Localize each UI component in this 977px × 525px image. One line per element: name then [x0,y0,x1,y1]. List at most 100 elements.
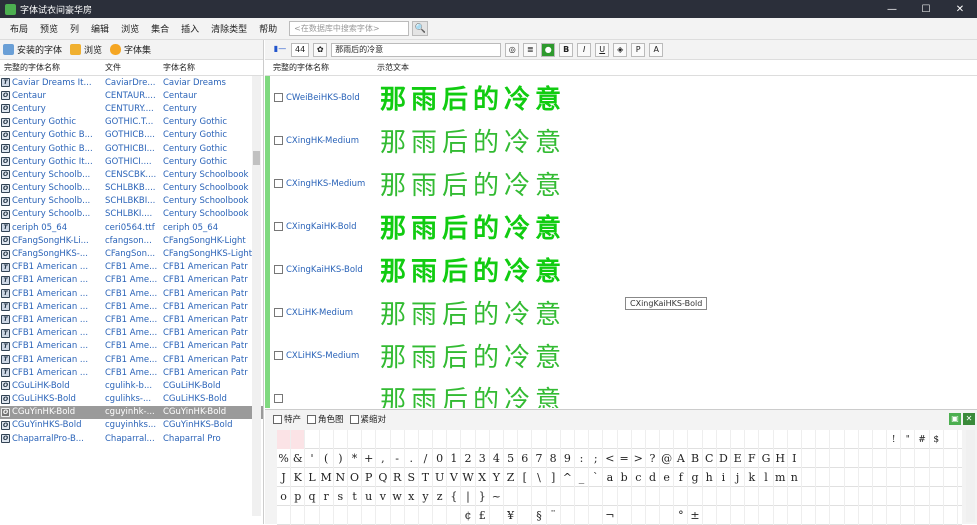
charmap-cell[interactable]: U [433,468,448,487]
charmap-cell[interactable] [830,449,845,468]
charmap-cell[interactable] [731,430,746,449]
charmap-cell[interactable]: * [348,449,363,468]
charmap-cell[interactable] [901,449,916,468]
charmap-cell[interactable]: B [688,449,703,468]
charmap-cell[interactable] [830,430,845,449]
charmap-cell[interactable] [447,506,462,525]
charmap-cell[interactable] [745,430,760,449]
charmap-cell[interactable]: l [759,468,774,487]
charmap-cell[interactable] [802,506,817,525]
col-preview-name[interactable]: 完整的字体名称 [265,62,377,73]
charmap-cell[interactable]: ; [589,449,604,468]
tab-charmap[interactable]: 角色图 [307,413,344,425]
menu-collection[interactable]: 集合 [145,22,175,35]
charmap-cell[interactable]: q [305,487,320,506]
col-full-name[interactable]: 完整的字体名称 [0,62,101,73]
charmap-cell[interactable]: X [476,468,490,487]
charmap-cell[interactable]: D [717,449,731,468]
charmap-cell[interactable] [419,506,434,525]
charmap-cell[interactable] [603,430,618,449]
charmap-cell[interactable] [859,468,873,487]
preview-checkbox[interactable] [274,351,283,360]
font-row[interactable]: O Centaur CENTAUR.... Centaur [0,89,263,102]
charmap-cell[interactable] [830,468,845,487]
charmap-cell[interactable]: V [447,468,462,487]
charmap-cell[interactable] [759,430,774,449]
charmap-cell[interactable]: ] [547,468,561,487]
charmap-cell[interactable]: b [618,468,632,487]
charmap-cell[interactable] [802,449,817,468]
charmap-cell[interactable] [944,487,958,506]
charmap-cell[interactable] [887,506,902,525]
charmap-cell[interactable]: s [334,487,348,506]
charmap-cell[interactable]: P [362,468,377,487]
charmap-cell[interactable] [845,430,859,449]
charmap-cell[interactable] [859,506,873,525]
charmap-cell[interactable] [376,430,391,449]
italic-button[interactable]: I [577,42,592,57]
charmap-cell[interactable]: 6 [518,449,533,468]
charmap-cell[interactable] [632,506,646,525]
charmap-cell[interactable] [688,430,703,449]
charmap-cell[interactable] [334,430,348,449]
charmap-cell[interactable]: d [646,468,661,487]
charmap-cell[interactable]: ¢ [461,506,476,525]
charmap-cell[interactable]: ! [887,430,902,449]
charmap-cell[interactable] [774,430,788,449]
charmap-cell[interactable]: & [291,449,306,468]
charmap-cell[interactable] [405,430,419,449]
charmap-cell[interactable] [802,487,817,506]
charmap-cell[interactable] [532,430,547,449]
preview-row[interactable]: 那雨后的冷意 [265,377,977,408]
charmap-cell[interactable]: t [348,487,363,506]
charmap-cell[interactable] [745,487,760,506]
charmap-cell[interactable] [759,506,774,525]
charmap-cell[interactable]: p [291,487,306,506]
charmap-cell[interactable]: J [277,468,292,487]
charmap-cell[interactable] [859,487,873,506]
charmap-cell[interactable]: < [603,449,618,468]
preview-checkbox[interactable] [274,308,283,317]
charmap-cell[interactable] [901,468,916,487]
charmap-cell[interactable] [433,430,448,449]
tab-properties[interactable]: 特产 [273,413,301,425]
col-file[interactable]: 文件 [101,62,159,73]
menu-preview[interactable]: 预览 [34,22,64,35]
font-row[interactable]: O Century Schoolb... CENSCBK.... Century Sc… [0,168,263,181]
charmap-cell[interactable]: v [376,487,391,506]
charmap-cell[interactable] [476,430,490,449]
font-row[interactable]: O Century Schoolb... SCHLBKBI... Century Sc… [0,195,263,208]
charmap-cell[interactable]: 2 [461,449,476,468]
charmap-cell[interactable] [575,430,590,449]
charmap-cell[interactable] [873,468,888,487]
font-row[interactable]: T CFB1 American ... CFB1 Ame... CFB1 Americ… [0,353,263,366]
search-input[interactable]: <在数据库中搜索字体> [289,21,410,36]
charmap-cell[interactable] [320,430,334,449]
charmap-cell[interactable] [618,487,632,506]
charmap-cell[interactable] [816,430,831,449]
charmap-cell[interactable]: S [405,468,419,487]
bold-button[interactable]: B [559,42,574,57]
charmap-cell[interactable] [320,506,334,525]
charmap-cell[interactable]: ¥ [504,506,519,525]
charmap-cell[interactable] [334,506,348,525]
charmap-cell[interactable] [788,487,802,506]
charmap-cell[interactable]: + [362,449,377,468]
font-row[interactable]: Tceriph 05_64 ceri0564.ttf ceriph 05_64 [0,221,263,234]
charmap-cell[interactable] [547,430,561,449]
charmap-cell[interactable] [845,487,859,506]
font-row[interactable]: T CFB1 American ... CFB1 Ame... CFB1 Americ… [0,327,263,340]
charmap-cell[interactable] [887,468,902,487]
charmap-cell[interactable]: # [915,430,930,449]
charmap-cell[interactable] [490,430,504,449]
charmap-cell[interactable] [930,468,944,487]
text-style-icon[interactable]: A [649,42,664,57]
charmap-cell[interactable] [589,430,604,449]
panel-dock-icon[interactable]: ▣ [949,413,961,425]
charmap-cell[interactable] [915,449,930,468]
charmap-cell[interactable]: 0 [433,449,448,468]
menu-insert[interactable]: 插入 [175,22,205,35]
preview-row[interactable]: CXingHKS-Medium 那雨后的冷意 [265,162,977,205]
charmap-cell[interactable] [504,430,519,449]
charmap-cell[interactable] [930,449,944,468]
